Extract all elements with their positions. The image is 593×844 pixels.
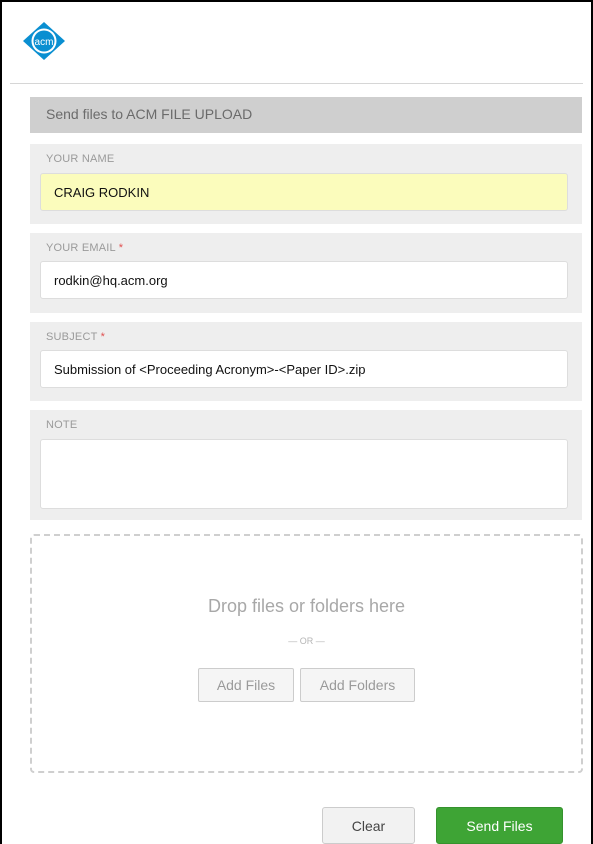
subject-label: SUBJECT * xyxy=(46,331,106,343)
name-field-group: YOUR NAME CRAIG RODKIN xyxy=(30,144,582,224)
name-input[interactable]: CRAIG RODKIN xyxy=(40,173,568,211)
add-files-button[interactable]: Add Files xyxy=(198,668,294,702)
subject-required-mark: * xyxy=(100,331,106,343)
name-label: YOUR NAME xyxy=(46,153,115,165)
note-field-group: NOTE xyxy=(30,410,582,520)
subject-input[interactable]: Submission of <Proceeding Acronym>-<Pape… xyxy=(40,350,568,388)
svg-text:acm: acm xyxy=(35,37,54,48)
email-label: YOUR EMAIL * xyxy=(46,242,124,254)
email-required-mark: * xyxy=(118,242,124,254)
subject-field-group: SUBJECT * Submission of <Proceeding Acro… xyxy=(30,322,582,401)
dropzone-title: Drop files or folders here xyxy=(207,596,406,616)
or-separator: — OR — xyxy=(288,636,325,646)
note-textarea[interactable] xyxy=(40,439,568,509)
form-header: Send files to ACM FILE UPLOAD xyxy=(30,97,582,133)
note-label: NOTE xyxy=(46,419,78,431)
email-field-group: YOUR EMAIL * rodkin@hq.acm.org xyxy=(30,233,582,313)
acm-logo: acm xyxy=(22,21,66,61)
email-input[interactable]: rodkin@hq.acm.org xyxy=(40,261,568,299)
send-files-button[interactable]: Send Files xyxy=(436,807,563,844)
add-folders-button[interactable]: Add Folders xyxy=(300,668,415,702)
file-dropzone[interactable]: Drop files or folders here — OR — Add Fi… xyxy=(30,534,583,773)
clear-button[interactable]: Clear xyxy=(322,807,415,844)
header-divider xyxy=(10,83,583,84)
